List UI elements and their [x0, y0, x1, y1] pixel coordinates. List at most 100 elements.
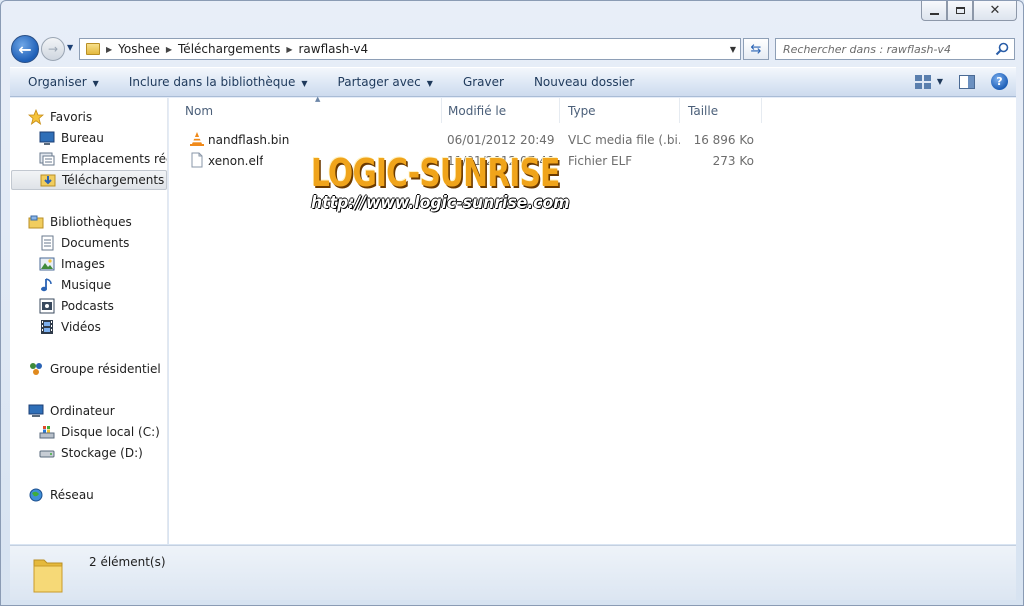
command-bar: Organiser ▼ Inclure dans la bibliothèque ▼… — [10, 67, 1016, 97]
folder-icon — [33, 559, 63, 593]
minimize-button[interactable] — [921, 1, 947, 21]
music-note-icon — [41, 278, 52, 292]
watermark-url: http://www.logic-sunrise.com — [311, 193, 570, 213]
nav-downloads[interactable]: Téléchargements — [11, 170, 167, 190]
view-options-icon — [914, 74, 931, 89]
nav-downloads-label: Téléchargements — [62, 173, 165, 187]
nav-favorites-label: Favoris — [50, 110, 93, 124]
podcasts-icon — [39, 298, 55, 314]
maximize-icon — [955, 7, 965, 14]
recent-places-icon — [39, 152, 55, 166]
include-library-label: Inclure dans la bibliothèque — [128, 75, 296, 89]
nav-images-label: Images — [61, 257, 105, 271]
desktop-icon — [39, 131, 55, 145]
refresh-button[interactable]: ⇆ — [743, 38, 769, 60]
nav-recent-places[interactable]: Emplacements récents — [39, 149, 167, 169]
documents-icon — [41, 235, 54, 251]
item-count: 2 élément(s) — [89, 555, 166, 569]
change-view-button[interactable]: ▼ — [914, 74, 943, 89]
close-button[interactable]: ✕ — [973, 1, 1017, 21]
chevron-right-icon[interactable]: ▶ — [166, 45, 172, 54]
share-with-menu[interactable]: Partager avec ▼ — [320, 75, 445, 89]
recent-pages-dropdown[interactable]: ▼ — [67, 43, 73, 52]
chevron-right-icon[interactable]: ▶ — [106, 45, 112, 54]
nav-desktop[interactable]: Bureau — [39, 128, 104, 148]
nav-storage[interactable]: Stockage (D:) — [39, 443, 143, 463]
file-list: Nom ▲ Modifié le Type Taille nandflash.b… — [169, 95, 1016, 544]
back-arrow-icon: ← — [18, 39, 32, 59]
close-icon: ✕ — [989, 3, 1001, 18]
new-folder-button[interactable]: Nouveau dossier — [516, 75, 646, 89]
address-dropdown-icon[interactable]: ▼ — [730, 45, 736, 54]
refresh-icon: ⇆ — [750, 41, 762, 57]
nav-documents[interactable]: Documents — [39, 233, 129, 253]
toolbar-right: ▼ ? — [914, 73, 1008, 90]
nav-desktop-label: Bureau — [61, 131, 104, 145]
burn-label: Graver — [462, 75, 504, 89]
maximize-button[interactable] — [947, 1, 973, 21]
share-with-label: Partager avec — [337, 75, 421, 89]
watermark-title: LOGIC-SUNRISE — [311, 151, 560, 195]
nav-documents-label: Documents — [61, 236, 130, 250]
forward-arrow-icon: → — [47, 42, 59, 56]
column-header-modified[interactable]: Modifié le — [440, 98, 560, 123]
computer-icon — [28, 404, 44, 417]
search-input[interactable] — [783, 42, 983, 56]
forward-button[interactable]: → — [41, 37, 65, 61]
nav-recent-places-label: Emplacements récents — [61, 152, 167, 166]
vlc-cone-icon — [190, 132, 204, 146]
nav-local-disk[interactable]: Disque local (C:) — [39, 422, 160, 442]
sort-ascending-icon: ▲ — [315, 95, 321, 103]
file-size: 273 Ko — [712, 154, 754, 168]
file-type: VLC media file (.bi... — [568, 133, 680, 147]
preview-pane-icon[interactable] — [959, 74, 975, 89]
nav-favorites[interactable]: Favoris — [28, 107, 92, 127]
nav-images[interactable]: Images — [39, 254, 105, 274]
downloads-folder-icon — [40, 174, 56, 187]
explorer-window: ✕ ← → ▼ ▶ Yoshee ▶ Téléchargements ▶ raw… — [0, 0, 1024, 606]
network-globe-icon — [29, 488, 43, 502]
file-type: Fichier ELF — [568, 154, 633, 168]
column-header-type[interactable]: Type — [560, 98, 680, 123]
nav-libraries[interactable]: Bibliothèques — [28, 212, 132, 232]
images-icon — [39, 257, 55, 271]
help-icon[interactable]: ? — [991, 73, 1008, 90]
chevron-down-icon: ▼ — [301, 79, 308, 88]
nav-homegroup-label: Groupe résidentiel — [50, 362, 161, 376]
burn-button[interactable]: Graver — [445, 75, 516, 89]
organize-menu[interactable]: Organiser ▼ — [10, 75, 111, 89]
nav-homegroup[interactable]: Groupe résidentiel — [28, 359, 161, 379]
nav-podcasts[interactable]: Podcasts — [39, 296, 114, 316]
windows-drive-icon — [39, 426, 55, 439]
hard-drive-icon — [39, 450, 55, 458]
nav-libraries-label: Bibliothèques — [50, 215, 132, 229]
column-header-name[interactable]: Nom ▲ — [177, 95, 442, 123]
search-box[interactable] — [775, 38, 1015, 60]
column-header-size[interactable]: Taille — [680, 98, 762, 123]
column-type-label: Type — [568, 103, 596, 118]
nav-music[interactable]: Musique — [39, 275, 111, 295]
nav-computer[interactable]: Ordinateur — [28, 401, 115, 421]
nav-network-label: Réseau — [50, 488, 94, 502]
breadcrumb-downloads[interactable]: Téléchargements — [178, 42, 280, 56]
include-library-menu[interactable]: Inclure dans la bibliothèque ▼ — [111, 75, 320, 89]
nav-podcasts-label: Podcasts — [61, 299, 114, 313]
address-bar[interactable]: ▶ Yoshee ▶ Téléchargements ▶ rawflash-v4… — [79, 38, 741, 60]
column-modified-label: Modifié le — [448, 103, 507, 118]
file-size: 16 896 Ko — [693, 133, 754, 147]
file-modified: 06/01/2012 20:49 — [447, 133, 555, 147]
libraries-icon — [28, 215, 44, 229]
breadcrumb-yoshee[interactable]: Yoshee — [118, 42, 160, 56]
new-folder-label: Nouveau dossier — [533, 75, 635, 89]
address-row: ← → ▼ ▶ Yoshee ▶ Téléchargements ▶ rawfl… — [1, 33, 1024, 63]
film-strip-icon — [41, 320, 53, 334]
chevron-right-icon[interactable]: ▶ — [286, 45, 292, 54]
back-button[interactable]: ← — [11, 35, 39, 63]
watermark-logo: LOGIC-SUNRISE http://www.logic-sunrise.c… — [311, 151, 570, 231]
nav-videos[interactable]: Vidéos — [39, 317, 101, 337]
table-row[interactable]: nandflash.bin 06/01/2012 20:49 VLC media… — [169, 130, 769, 151]
breadcrumb-rawflash[interactable]: rawflash-v4 — [298, 42, 368, 56]
nav-network[interactable]: Réseau — [28, 485, 94, 505]
search-icon[interactable] — [995, 42, 1009, 56]
nav-computer-label: Ordinateur — [50, 404, 115, 418]
